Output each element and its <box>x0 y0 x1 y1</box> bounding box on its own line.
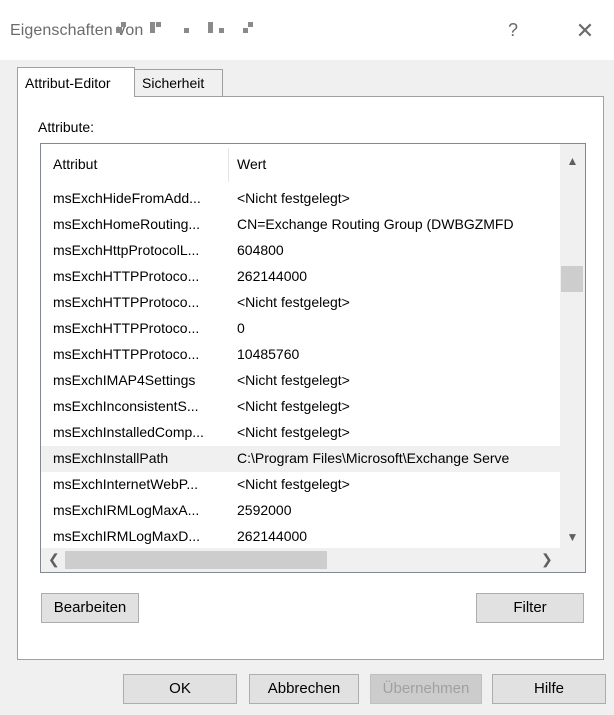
right-arrow-icon[interactable]: ❯ <box>541 551 553 568</box>
list-header: Attribut Wert <box>41 144 561 182</box>
attribute-value: C:\Program Files\Microsoft\Exchange Serv… <box>237 450 510 466</box>
attributes-label: Attribute: <box>38 119 95 135</box>
horizontal-scrollbar[interactable]: ❮ ❯ <box>41 548 585 572</box>
list-item[interactable]: msExchIRMLogMaxA... 2592000 <box>41 498 561 524</box>
attribute-name: msExchInconsistentS... <box>53 398 199 414</box>
attribute-name: msExchHTTPProtoco... <box>53 268 200 284</box>
horizontal-scroll-thumb[interactable] <box>65 551 327 569</box>
vertical-scroll-thumb[interactable] <box>561 266 583 292</box>
tab-attribute-editor[interactable]: Attribut-Editor <box>17 67 135 97</box>
list-item[interactable]: msExchHttpProtocolL... 604800 <box>41 238 561 264</box>
attribute-value: <Nicht festgelegt> <box>237 424 350 440</box>
attribute-name: msExchInstalledComp... <box>53 424 204 440</box>
attribute-value: CN=Exchange Routing Group (DWBGZMFD <box>237 216 514 232</box>
attribute-name: msExchIRMLogMaxD... <box>53 528 201 544</box>
list-item[interactable]: msExchHideFromAdd... <Nicht festgelegt> <box>41 186 561 212</box>
attribute-name: msExchHTTPProtoco... <box>53 346 200 362</box>
attribute-value: 0 <box>237 320 245 336</box>
list-item[interactable]: msExchHTTPProtoco... <Nicht festgelegt> <box>41 290 561 316</box>
attribute-value: 262144000 <box>237 268 308 284</box>
list-item[interactable]: msExchHomeRouting... CN=Exchange Routing … <box>41 212 561 238</box>
attribute-value: 10485760 <box>237 346 300 362</box>
column-separator[interactable] <box>228 148 229 182</box>
cancel-button[interactable]: Abbrechen <box>249 674 359 704</box>
attribute-name: msExchHTTPProtoco... <box>53 320 200 336</box>
edit-button[interactable]: Bearbeiten <box>41 593 139 623</box>
help-question-icon[interactable]: ? <box>506 20 520 41</box>
title-bar: Eigenschaften von ? ✕ <box>0 0 614 60</box>
list-item[interactable]: msExchIRMLogMaxD... 262144000 <box>41 524 561 550</box>
attribute-value: 262144000 <box>237 528 308 544</box>
attribute-name: msExchInstallPath <box>53 450 169 466</box>
attribute-value: 2592000 <box>237 502 292 518</box>
attribute-value: <Nicht festgelegt> <box>237 398 350 414</box>
list-item[interactable]: msExchInstallPath C:\Program Files\Micros… <box>41 446 561 472</box>
attribute-value: <Nicht festgelegt> <box>237 476 350 492</box>
left-arrow-icon[interactable]: ❮ <box>48 551 60 568</box>
up-arrow-icon[interactable]: ▲ <box>560 154 585 168</box>
column-header-attribute[interactable]: Attribut <box>53 156 97 172</box>
list-item[interactable]: msExchIMAP4Settings <Nicht festgelegt> <box>41 368 561 394</box>
attribute-name: msExchIMAP4Settings <box>53 372 196 388</box>
list-item[interactable]: msExchHTTPProtoco... 10485760 <box>41 342 561 368</box>
list-item[interactable]: msExchInconsistentS... <Nicht festgelegt> <box>41 394 561 420</box>
attribute-value: <Nicht festgelegt> <box>237 294 350 310</box>
close-icon[interactable]: ✕ <box>575 18 595 44</box>
attribute-value: <Nicht festgelegt> <box>237 190 350 206</box>
ok-button[interactable]: OK <box>123 674 237 704</box>
list-item[interactable]: msExchInstalledComp... <Nicht festgelegt> <box>41 420 561 446</box>
attribute-name: msExchHomeRouting... <box>53 216 201 232</box>
filter-button[interactable]: Filter <box>476 593 584 623</box>
attribute-name: msExchHideFromAdd... <box>53 190 201 206</box>
attribute-value: 604800 <box>237 242 284 258</box>
list-item[interactable]: msExchInternetWebP... <Nicht festgelegt> <box>41 472 561 498</box>
attribute-value: <Nicht festgelegt> <box>237 372 350 388</box>
attribute-name: msExchIRMLogMaxA... <box>53 502 200 518</box>
attribute-name: msExchHTTPProtoco... <box>53 294 200 310</box>
attribute-name: msExchInternetWebP... <box>53 476 198 492</box>
tab-security[interactable]: Sicherheit <box>134 69 223 96</box>
list-item[interactable]: msExchHTTPProtoco... 0 <box>41 316 561 342</box>
column-header-value[interactable]: Wert <box>237 156 266 172</box>
help-button[interactable]: Hilfe <box>492 674 606 704</box>
attribute-name: msExchHttpProtocolL... <box>53 242 200 258</box>
vertical-scrollbar[interactable]: ▲ ▼ <box>560 144 585 548</box>
attribute-list[interactable]: Attribut Wert msExchHideFromAdd... <Nicht… <box>40 143 586 573</box>
apply-button: Übernehmen <box>370 674 482 704</box>
down-arrow-icon[interactable]: ▼ <box>560 530 585 544</box>
list-item[interactable]: msExchHTTPProtoco... 262144000 <box>41 264 561 290</box>
